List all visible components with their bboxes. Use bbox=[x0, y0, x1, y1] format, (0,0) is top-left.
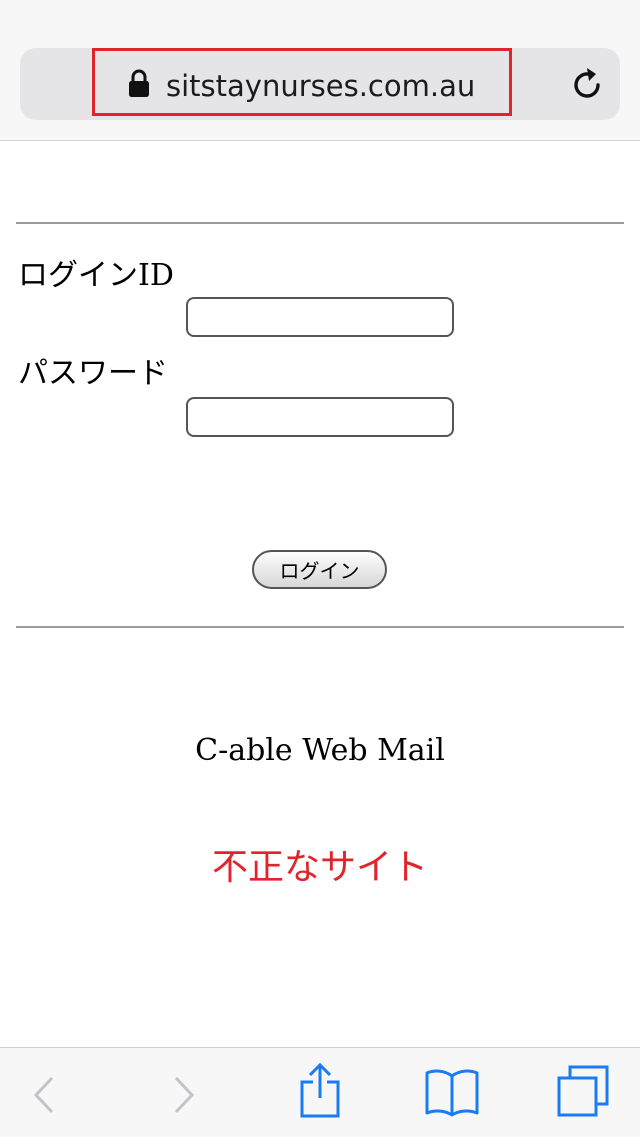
back-icon[interactable] bbox=[30, 1074, 58, 1116]
share-icon[interactable] bbox=[298, 1062, 342, 1118]
divider-top bbox=[16, 222, 624, 224]
bookmarks-icon[interactable] bbox=[424, 1068, 480, 1118]
password-label: パスワード bbox=[18, 356, 168, 391]
reload-icon[interactable] bbox=[568, 66, 606, 104]
fraud-warning: 不正なサイト bbox=[211, 847, 428, 888]
address-highlight-box bbox=[92, 48, 512, 116]
service-name: C-able Web Mail bbox=[195, 733, 445, 768]
login-id-input[interactable] bbox=[186, 297, 454, 337]
forward-icon[interactable] bbox=[170, 1074, 198, 1116]
login-button[interactable]: ログイン bbox=[252, 550, 387, 589]
tabs-icon[interactable] bbox=[556, 1064, 610, 1118]
divider-bottom bbox=[16, 626, 624, 628]
login-id-label: ログインID bbox=[18, 258, 174, 293]
password-input[interactable] bbox=[186, 397, 454, 437]
